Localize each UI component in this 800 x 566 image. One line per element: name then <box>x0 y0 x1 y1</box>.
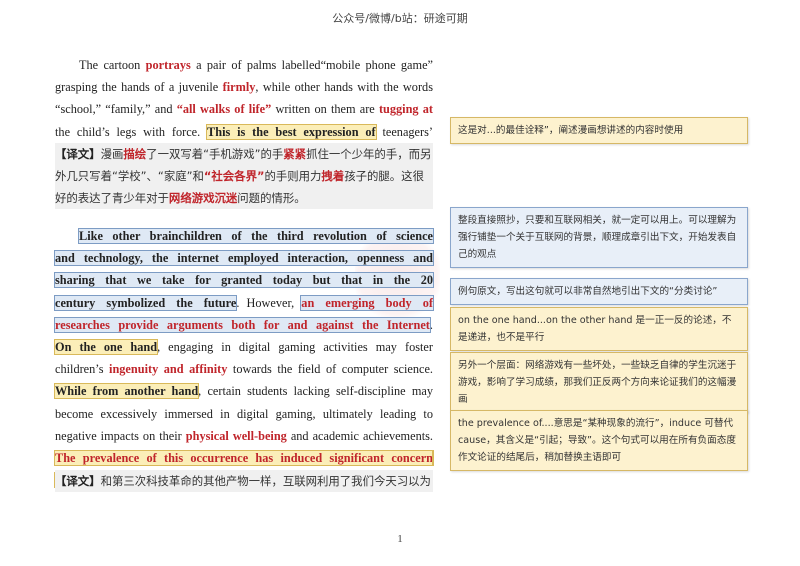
key-phrase: tugging at <box>378 102 434 117</box>
note-copy-paragraph: 整段直接照抄，只要和互联网相关，就一定可以用上。可以理解为强行铺垫一个关于互联网… <box>450 207 748 268</box>
key-phrase: ingenuity and affinity <box>109 362 228 377</box>
note-one-hand: on the one hand...on the other hand 是一正一… <box>450 307 748 351</box>
key-phrase: portrays <box>145 58 191 72</box>
note-best-expression: 这是对...的最佳诠释”，阐述漫画想讲述的内容时使用 <box>450 117 748 144</box>
key-phrase: 网络游戏沉迷 <box>168 191 238 205</box>
text-segment: 的手则用力 <box>264 169 322 183</box>
key-phrase: firmly <box>222 80 256 95</box>
text-segment: written on them are <box>271 102 379 117</box>
text-segment: 问题的情形。 <box>237 191 306 205</box>
key-phrase: 描绘 <box>123 147 147 161</box>
highlighted-phrase: While from another hand <box>53 383 200 400</box>
text-segment: 了一双写着“手机游戏”的手 <box>146 147 284 161</box>
highlighted-phrase: This is the best expression of <box>206 123 377 140</box>
note-another-layer: 另外一个层面：网络游戏有一些坏处，一些缺乏自律的学生沉迷于游戏，影响了学习成绩，… <box>450 352 748 413</box>
text-segment: towards the field of computer science. <box>227 362 433 377</box>
text-segment: . However, <box>236 295 302 310</box>
key-phrase: “all walks of life” <box>176 102 272 117</box>
text-segment: 【译文】 <box>55 474 101 488</box>
paragraph-2: Like other brainchildren of the third re… <box>53 225 435 491</box>
highlighted-phrase: On the one hand <box>53 339 159 356</box>
note-example-sentence: 例句原文，写出这句就可以非常自然地引出下文的“分类讨论” <box>450 278 748 305</box>
key-phrase: 拽着 <box>321 169 345 183</box>
key-phrase: 紧紧 <box>283 147 307 161</box>
translation-2: 【译文】和第三次科技革命的其他产物一样，互联网利用了我们今天习以为 <box>55 470 433 492</box>
page-number: 1 <box>397 533 403 545</box>
text-segment: 漫画 <box>100 147 124 161</box>
text-segment: The cartoon <box>79 58 146 72</box>
key-phrase: The prevalence of this occurrence has in… <box>54 450 434 467</box>
text-segment: 【译文】 <box>55 147 101 161</box>
text-segment: 和第三次科技革命的其他产物一样，互联网利用了我们今天习以为 <box>100 474 431 488</box>
page-header: 公众号/微博/b站：研途可期 <box>332 12 468 25</box>
text-segment: the child’s legs with force. <box>55 124 208 139</box>
text-segment: and academic achievements. <box>286 428 434 443</box>
note-prevalence: the prevalence of....意思是“某种现象的流行”，induce… <box>450 410 748 471</box>
text-segment: . <box>429 317 433 332</box>
key-phrase: physical well-being <box>185 428 287 443</box>
document-page: 公众号/微博/b站：研途可期 The cartoon portrays a pa… <box>0 0 800 566</box>
text-segment: teenagers’ <box>375 124 433 139</box>
translation-1: 【译文】漫画描绘了一双写着“手机游戏”的手紧紧抓住一个少年的手，而另外几只写着“… <box>55 143 433 209</box>
key-phrase: “社会各界” <box>203 169 265 183</box>
